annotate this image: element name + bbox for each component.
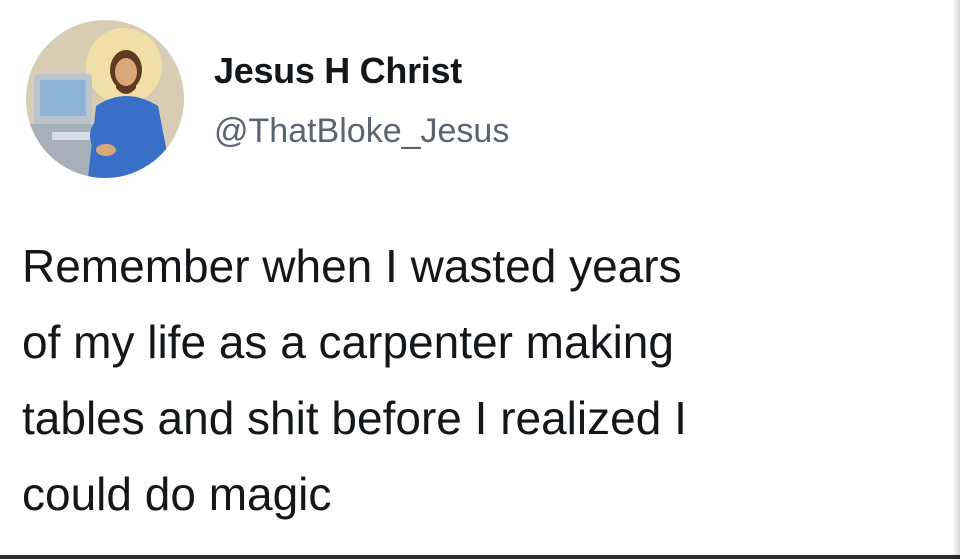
- edge-shadow: [954, 0, 960, 559]
- avatar-image: [26, 20, 184, 178]
- tweet-card: Jesus H Christ @ThatBloke_Jesus Remember…: [0, 0, 960, 559]
- bottom-divider: [0, 555, 960, 559]
- user-handle[interactable]: @ThatBloke_Jesus: [214, 112, 509, 151]
- tweet-text: Remember when I wasted years of my life …: [22, 240, 687, 520]
- display-name[interactable]: Jesus H Christ: [214, 50, 462, 92]
- avatar[interactable]: [26, 20, 184, 178]
